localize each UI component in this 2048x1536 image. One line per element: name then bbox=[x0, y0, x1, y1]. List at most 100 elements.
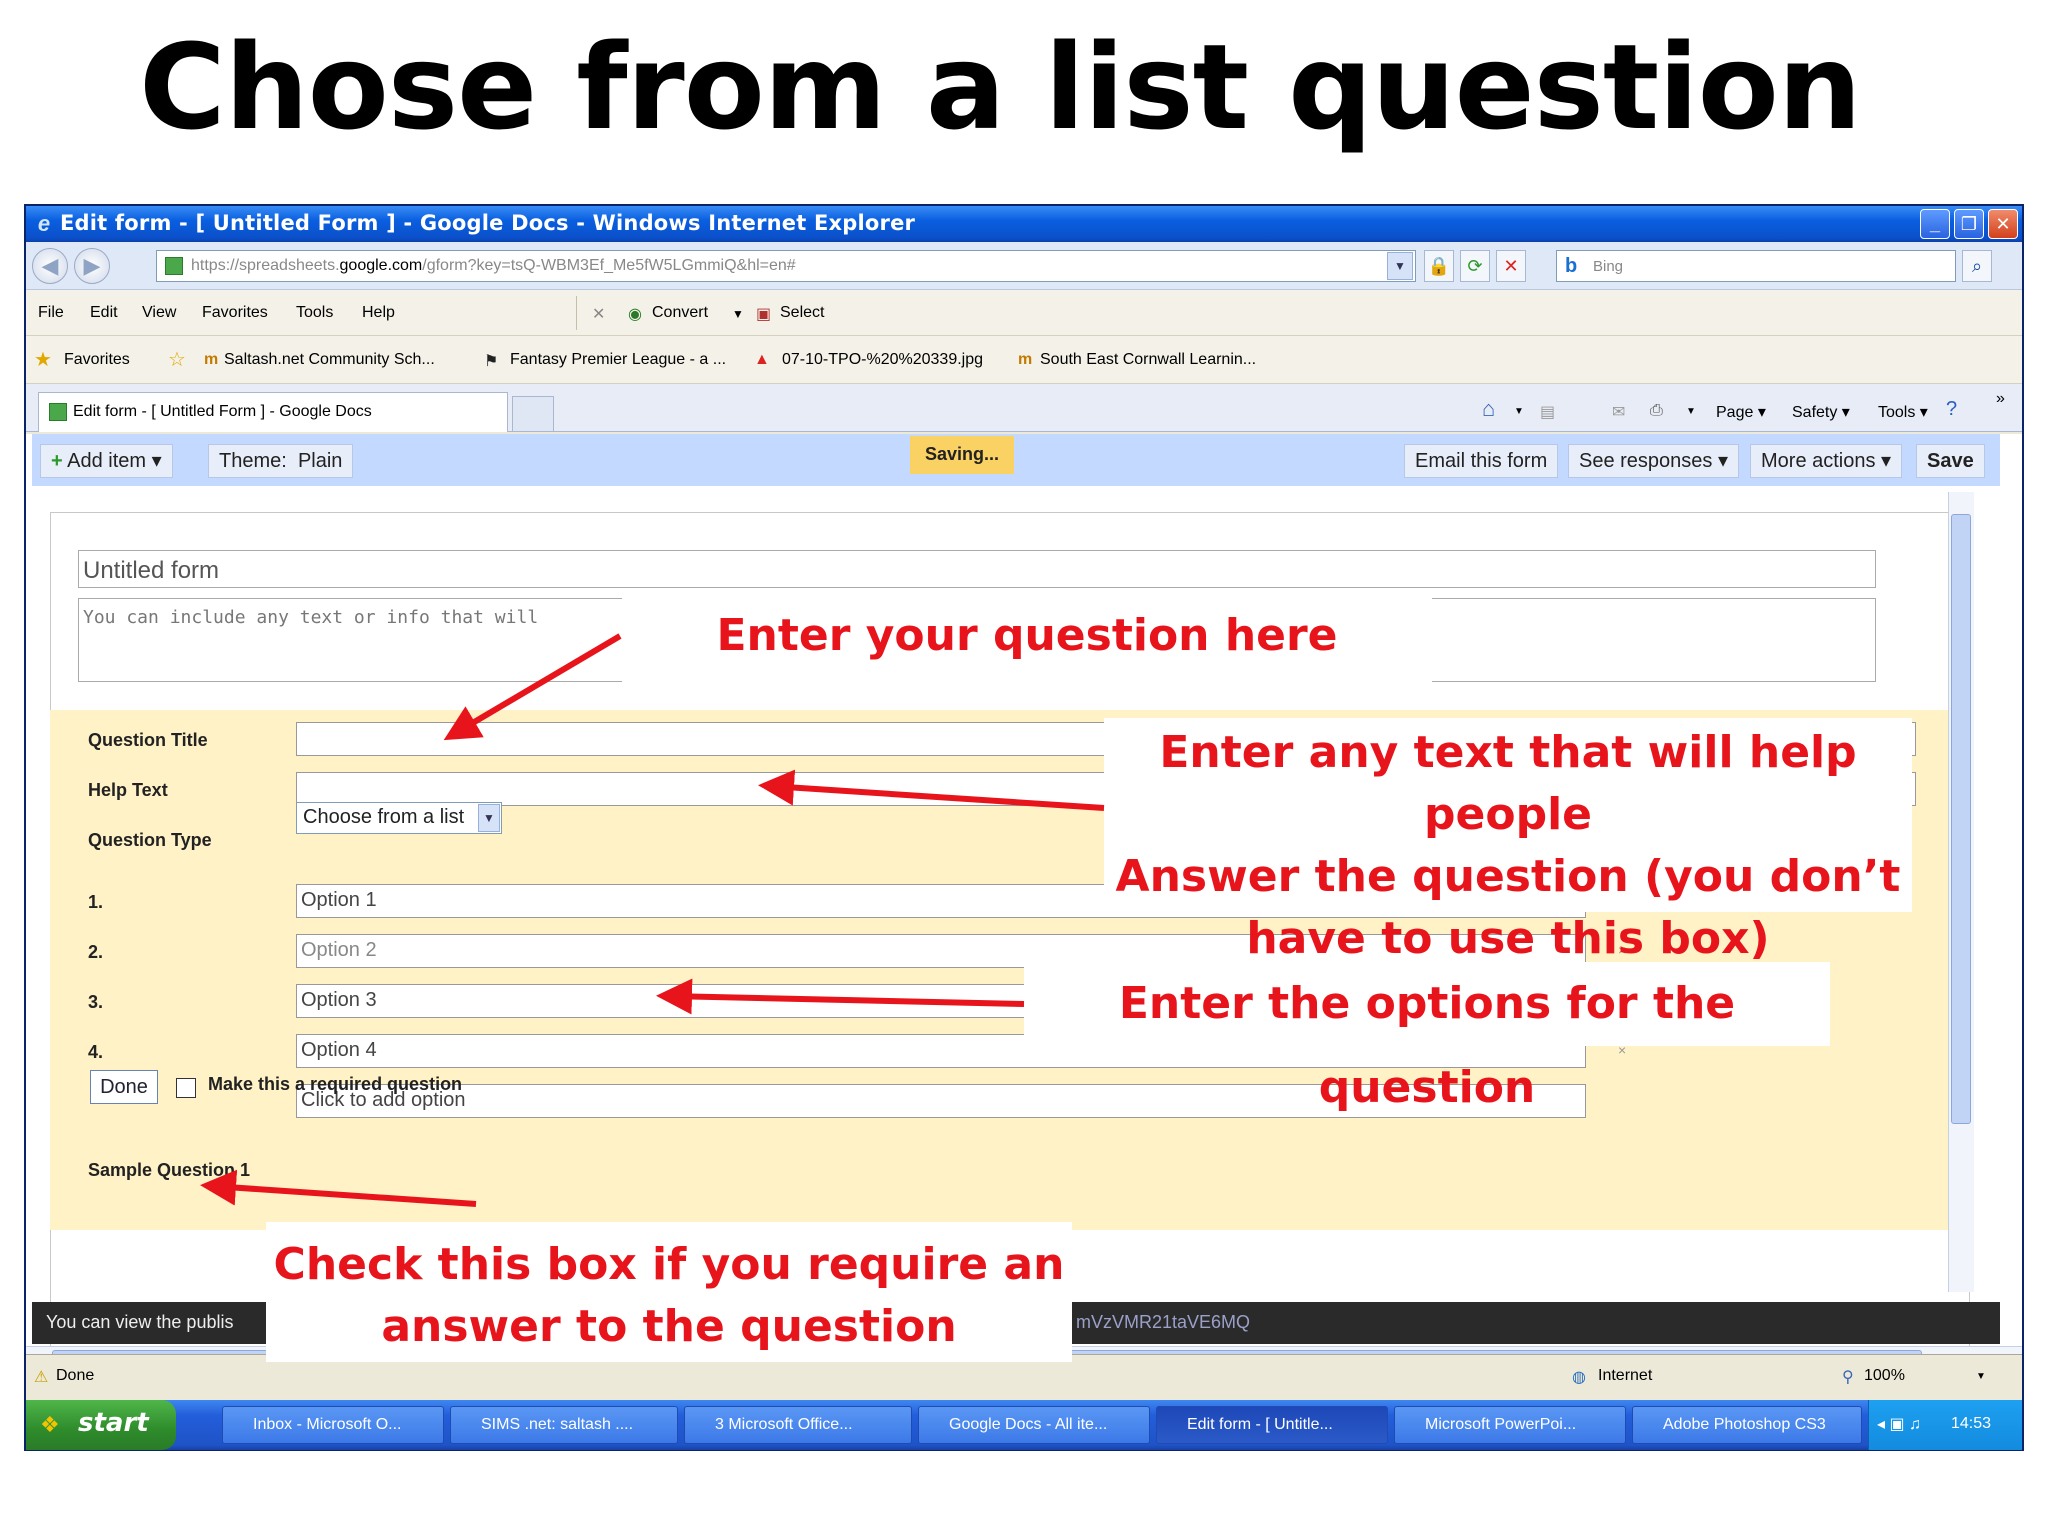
option-number: 2. bbox=[88, 942, 104, 962]
favorite-link[interactable]: Fantasy Premier League - a ... bbox=[510, 351, 726, 369]
convert-button[interactable]: Convert bbox=[652, 304, 708, 322]
restore-button[interactable]: ❐ bbox=[1954, 209, 1984, 239]
search-placeholder: Bing bbox=[1593, 258, 1624, 275]
publish-info-text: You can view the publis bbox=[46, 1312, 234, 1332]
menu-edit[interactable]: Edit bbox=[90, 304, 118, 322]
form-title-value: Untitled form bbox=[83, 557, 220, 584]
home-icon[interactable]: ⌂ bbox=[1482, 396, 1495, 422]
minimize-button[interactable]: _ bbox=[1920, 209, 1950, 239]
menu-divider bbox=[576, 296, 577, 330]
menu-view[interactable]: View bbox=[142, 304, 176, 322]
taskbar-item-active[interactable]: Edit form - [ Untitle... bbox=[1156, 1406, 1388, 1444]
taskbar: ❖ start Inbox - Microsoft O... SIMS .net… bbox=[26, 1400, 2022, 1450]
more-actions-button[interactable]: More actions ▾ bbox=[1750, 444, 1903, 478]
page-icon bbox=[49, 403, 67, 421]
tray-icons[interactable]: ◂ ▣ ♫ bbox=[1877, 1414, 1921, 1434]
chevron-more-icon[interactable]: » bbox=[1996, 390, 2005, 408]
favorites-button[interactable]: Favorites bbox=[64, 351, 130, 369]
menu-tools[interactable]: Tools bbox=[296, 304, 333, 322]
window-title: Edit form - [ Untitled Form ] - Google D… bbox=[60, 211, 916, 235]
taskbar-item[interactable]: SIMS .net: saltash .... bbox=[450, 1406, 678, 1444]
search-box[interactable]: b Bing bbox=[1556, 250, 1956, 282]
question-type-label: Question Type bbox=[88, 830, 212, 850]
address-row: ◀ ▶ https://spreadsheets.google.com/gfor… bbox=[26, 242, 2022, 290]
taskbar-item[interactable]: Adobe Photoshop CS3 bbox=[1632, 1406, 1862, 1444]
warning-icon: ⚠ bbox=[34, 1369, 49, 1386]
tab-edit-form[interactable]: Edit form - [ Untitled Form ] - Google D… bbox=[38, 392, 508, 432]
favorite-link[interactable]: 07-10-TPO-%20%20339.jpg bbox=[782, 351, 983, 369]
plus-icon: + bbox=[51, 450, 63, 472]
sample-question-label: Sample Question 1 bbox=[88, 1160, 251, 1180]
select-icon: ▣ bbox=[756, 306, 772, 323]
annotation-help-text: Enter any text that will help people Ans… bbox=[1104, 718, 1912, 964]
back-button[interactable]: ◀ bbox=[32, 248, 68, 284]
ie-icon: e bbox=[37, 211, 51, 236]
add-item-button[interactable]: + Add item ▾ bbox=[40, 444, 173, 478]
taskbar-item[interactable]: Google Docs - All ite... bbox=[918, 1406, 1150, 1444]
annotation-help-line: Answer the question (you don’t bbox=[1115, 851, 1901, 902]
clock: 14:53 bbox=[1951, 1415, 1992, 1432]
address-bar[interactable]: https://spreadsheets.google.com/gform?ke… bbox=[156, 250, 1416, 282]
tab-label: Edit form - [ Untitled Form ] - Google D… bbox=[73, 403, 372, 420]
publish-link-text[interactable]: mVzVMR21taVE6MQ bbox=[1076, 1312, 1250, 1333]
annotation-options: Enter the options for the question bbox=[1024, 962, 1830, 1113]
chevron-down-icon[interactable]: ▼ bbox=[478, 804, 500, 832]
windows-logo-icon: ❖ bbox=[40, 1412, 60, 1437]
bing-logo-icon: b bbox=[1565, 255, 1578, 277]
close-toolbar-icon[interactable]: ✕ bbox=[592, 304, 605, 324]
saving-badge: Saving... bbox=[910, 436, 1014, 474]
favorites-bar: ★ Favorites ☆ m Saltash.net Community Sc… bbox=[26, 336, 2022, 384]
fpl-icon: ⚑ bbox=[484, 353, 499, 370]
add-favorite-icon[interactable]: ☆ bbox=[168, 347, 186, 372]
stop-icon[interactable]: ✕ bbox=[1496, 250, 1526, 282]
favorites-star-icon: ★ bbox=[34, 349, 52, 371]
help-icon[interactable]: ? bbox=[1946, 398, 1957, 421]
print-icon[interactable]: ⎙ bbox=[1650, 402, 1663, 420]
menu-file[interactable]: File bbox=[38, 304, 64, 322]
refresh-icon[interactable]: ⟳ bbox=[1460, 250, 1490, 282]
help-text-label: Help Text bbox=[88, 780, 168, 800]
internet-zone-icon: ◍ bbox=[1572, 1369, 1586, 1386]
taskbar-item[interactable]: Microsoft PowerPoi... bbox=[1394, 1406, 1626, 1444]
convert-dropdown-icon[interactable]: ▼ bbox=[732, 307, 744, 321]
tools-menu[interactable]: Tools ▾ bbox=[1878, 402, 1928, 422]
taskbar-item[interactable]: 3 Microsoft Office... bbox=[684, 1406, 912, 1444]
annotation-required: Check this box if you require an answer … bbox=[266, 1222, 1072, 1362]
status-text: Done bbox=[56, 1367, 95, 1384]
theme-button[interactable]: Theme: Plain bbox=[208, 444, 354, 478]
zoom-level[interactable]: 100% bbox=[1864, 1367, 1905, 1385]
tab-row: Edit form - [ Untitled Form ] - Google D… bbox=[26, 384, 2022, 432]
feeds-icon[interactable]: ▤ bbox=[1540, 402, 1555, 422]
page-icon bbox=[165, 257, 183, 275]
vertical-scroll-thumb[interactable] bbox=[1951, 514, 1971, 1124]
required-checkbox[interactable] bbox=[176, 1078, 196, 1098]
home-dropdown-icon[interactable]: ▼ bbox=[1514, 406, 1524, 417]
search-icon[interactable]: ⌕ bbox=[1962, 250, 1992, 282]
see-responses-button[interactable]: See responses ▾ bbox=[1568, 444, 1740, 478]
save-button[interactable]: Save bbox=[1916, 444, 1985, 478]
favorite-link[interactable]: South East Cornwall Learnin... bbox=[1040, 351, 1256, 369]
lock-icon[interactable]: 🔒 bbox=[1424, 250, 1454, 282]
menu-help[interactable]: Help bbox=[362, 304, 395, 322]
start-button[interactable]: ❖ start bbox=[26, 1400, 176, 1450]
form-title-field[interactable]: Untitled form bbox=[78, 550, 1876, 588]
page-menu[interactable]: Page ▾ bbox=[1716, 402, 1766, 422]
select-button[interactable]: Select bbox=[780, 304, 824, 322]
forward-button[interactable]: ▶ bbox=[74, 248, 110, 284]
taskbar-item[interactable]: Inbox - Microsoft O... bbox=[222, 1406, 444, 1444]
question-type-select[interactable]: Choose from a list ▼ bbox=[296, 802, 502, 834]
menu-favorites[interactable]: Favorites bbox=[202, 304, 268, 322]
zoom-dropdown-icon[interactable]: ▼ bbox=[1976, 1371, 1986, 1382]
safety-menu[interactable]: Safety ▾ bbox=[1792, 402, 1850, 422]
slide-title: Chose from a list question bbox=[139, 18, 1862, 156]
mail-icon[interactable]: ✉ bbox=[1612, 402, 1625, 422]
image-icon: ▲ bbox=[754, 351, 770, 368]
print-dropdown-icon[interactable]: ▼ bbox=[1686, 406, 1696, 417]
close-window-button[interactable]: ✕ bbox=[1988, 209, 2018, 239]
done-button[interactable]: Done bbox=[90, 1070, 158, 1104]
url-text: https://spreadsheets.google.com/gform?ke… bbox=[191, 257, 796, 274]
favorite-link[interactable]: Saltash.net Community Sch... bbox=[224, 351, 435, 369]
email-form-button[interactable]: Email this form bbox=[1404, 444, 1559, 478]
new-tab-button[interactable] bbox=[512, 396, 554, 432]
address-dropdown-icon[interactable]: ▼ bbox=[1387, 252, 1413, 280]
